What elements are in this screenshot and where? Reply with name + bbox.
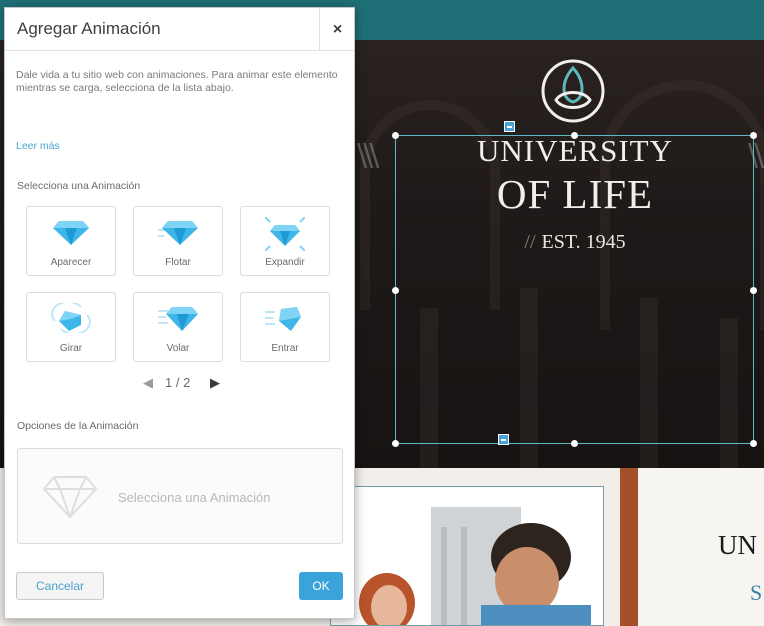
animation-tile-float[interactable]: Flotar — [133, 206, 223, 276]
animation-label: Aparecer — [50, 257, 92, 268]
resize-handle-top[interactable] — [571, 132, 578, 139]
dialog-header: Agregar Animación × — [5, 8, 354, 51]
animation-tile-enter[interactable]: Entrar — [240, 292, 330, 362]
animation-options-box: Selecciona una Animación — [17, 448, 343, 544]
diamond-appear-icon — [53, 221, 89, 245]
resize-handle-bottom-right[interactable] — [750, 440, 757, 447]
resize-handle-bottom-left[interactable] — [392, 440, 399, 447]
animation-label: Flotar — [165, 257, 191, 268]
diamond-spin-icon — [51, 303, 91, 333]
animation-tile-spin[interactable]: Girar — [26, 292, 116, 362]
university-logo[interactable] — [540, 58, 606, 124]
element-selection-box[interactable] — [395, 135, 754, 444]
lower-subtitle[interactable]: S — [750, 580, 762, 606]
left-slash-decoration: \\\ — [357, 138, 379, 173]
add-animation-dialog: Agregar Animación × Dale vida a tu sitio… — [4, 7, 355, 619]
pager-page-text: 1 / 2 — [165, 375, 191, 390]
resize-handle-bottom[interactable] — [571, 440, 578, 447]
animation-label: Entrar — [271, 343, 299, 354]
diamond-float-icon — [158, 221, 198, 245]
people-photo-image — [331, 487, 603, 625]
select-animation-label: Selecciona una Animación — [17, 180, 141, 192]
cancel-button[interactable]: Cancelar — [16, 572, 104, 600]
close-button[interactable]: × — [319, 8, 355, 50]
dialog-title: Agregar Animación — [17, 19, 161, 38]
animation-label: Volar — [166, 343, 190, 354]
options-placeholder: Selecciona una Animación — [118, 490, 271, 505]
ok-button[interactable]: OK — [299, 572, 343, 600]
diamond-expand-icon — [265, 217, 305, 251]
animation-tile-expand[interactable]: Expandir — [240, 206, 330, 276]
animation-label: Girar — [59, 343, 83, 354]
read-more-link[interactable]: Leer más — [16, 140, 60, 152]
animation-pager: ◀ 1 / 2 ▶ — [143, 375, 223, 393]
animation-tile-fly[interactable]: Volar — [133, 292, 223, 362]
trinity-knot-icon — [541, 59, 605, 123]
animation-tile-appear[interactable]: Aparecer — [26, 206, 116, 276]
anchor-bottom-icon[interactable] — [498, 434, 509, 445]
resize-handle-top-right[interactable] — [750, 132, 757, 139]
brick-strip — [620, 468, 638, 626]
people-photo[interactable] — [330, 486, 604, 626]
diamond-enter-icon — [265, 307, 301, 331]
resize-handle-top-left[interactable] — [392, 132, 399, 139]
diamond-outline-icon — [42, 476, 98, 519]
pager-next-icon[interactable]: ▶ — [210, 375, 220, 391]
diamond-fly-icon — [158, 307, 198, 331]
animation-label: Expandir — [265, 257, 305, 268]
resize-handle-right[interactable] — [750, 287, 757, 294]
lower-title[interactable]: UN — [718, 530, 757, 561]
pager-prev-icon[interactable]: ◀ — [143, 375, 153, 391]
animation-options-label: Opciones de la Animación — [17, 420, 139, 432]
anchor-top-icon[interactable] — [504, 121, 515, 132]
dialog-description: Dale vida a tu sitio web con animaciones… — [16, 69, 338, 94]
resize-handle-left[interactable] — [392, 287, 399, 294]
